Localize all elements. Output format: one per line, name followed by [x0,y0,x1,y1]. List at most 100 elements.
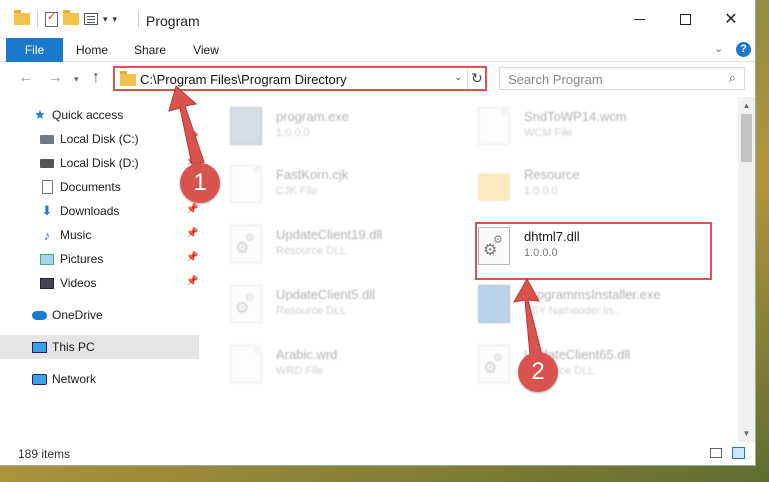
sidebar-item-network[interactable]: Network [0,367,199,391]
sidebar-item-music[interactable]: ♪ Music 📌 [0,223,199,247]
cloud-icon [31,307,47,323]
pin-icon[interactable]: 📌 [186,228,198,239]
address-bar[interactable]: C:\Program Files\Program Directory ⌄ ↻ [113,66,487,91]
gear-file-icon [478,345,510,383]
properties-icon[interactable] [45,10,58,27]
tab-home[interactable]: Home [66,38,118,62]
vertical-scrollbar[interactable]: ▲ ▼ [738,97,755,442]
gear-file-icon [478,227,510,265]
document-icon [230,165,262,203]
file-item[interactable]: UpdateClient5.dll Resource DLL [230,283,470,329]
pin-icon[interactable]: 📌 [186,204,198,215]
close-button[interactable]: ✕ [708,0,754,38]
navigation-pane: ★ Quick access Local Disk (C:) 📌 Local D… [0,97,205,442]
sidebar-item-downloads[interactable]: ⬇ Downloads 📌 [0,199,199,223]
sidebar-item-label: Downloads [60,204,120,218]
chevron-down-icon[interactable]: ▾ [103,14,108,25]
computer-icon [31,339,47,355]
tab-view[interactable]: View [180,38,232,62]
navigation-bar: ← → ▾ ↑ C:\Program Files\Program Directo… [0,63,755,95]
file-list: program.exe 1.0.0.0 SndToWP14.wcm WCM Fi… [206,97,738,442]
explorer-window: ▾ ▾ Program ✕ File Home Share View ⌄ ? ←… [0,0,756,466]
sidebar-item-label: This PC [52,340,95,354]
sidebar-item-label: Music [60,228,92,242]
close-icon: ✕ [724,11,738,28]
scrollbar-thumb[interactable] [741,114,752,162]
refresh-icon[interactable]: ↻ [471,70,483,87]
sidebar-item-videos[interactable]: Videos 📌 [0,271,199,295]
sidebar-item-label: OneDrive [52,308,103,322]
sidebar-item-pictures[interactable]: Pictures 📌 [0,247,199,271]
file-item[interactable]: UpdateClient65.dll Resource DLL [478,343,718,389]
pin-icon[interactable]: 📌 [186,132,198,143]
search-box[interactable]: Search Program ⌕ [499,67,745,90]
search-placeholder[interactable]: Search Program [508,72,603,87]
file-item[interactable]: program.exe 1.0.0.0 [230,105,470,151]
pin-icon[interactable]: 📌 [186,276,198,287]
back-arrow-icon[interactable]: ← [18,69,34,87]
sidebar-item-local-disk-c[interactable]: Local Disk (C:) 📌 [0,127,199,151]
file-name: FastKorn.cjk [276,167,349,182]
folder-icon [14,10,30,25]
file-name: dhtml7.dll [524,229,580,244]
tab-share[interactable]: Share [124,38,176,62]
pin-icon[interactable]: 📌 [186,252,198,263]
sidebar-item-onedrive[interactable]: OneDrive [0,303,199,327]
search-icon[interactable]: ⌕ [729,70,736,86]
star-icon: ★ [34,107,46,122]
title-divider [138,11,139,27]
tab-file[interactable]: File [6,38,63,62]
file-type: Resource DLL [276,305,347,317]
forward-arrow-icon[interactable]: → [47,69,63,87]
sidebar-item-documents[interactable]: Documents 📌 [0,175,199,199]
drive-icon [39,131,55,147]
folder-icon [120,71,136,86]
view-options-icon[interactable] [84,13,98,25]
details-view-icon[interactable] [710,448,722,458]
scroll-up-icon[interactable]: ▲ [738,97,755,114]
sidebar-item-local-disk-d[interactable]: Local Disk (D:) 📌 [0,151,199,175]
recent-locations-icon[interactable]: ▾ [74,74,79,85]
document-icon [478,107,510,145]
address-dropdown-icon[interactable]: ⌄ [454,72,462,83]
expand-ribbon-icon[interactable]: ⌄ [714,42,723,55]
file-item[interactable]: ProgrammsInstaller.exe KEY Nameoder In..… [478,283,718,329]
file-name: UpdateClient19.dll [276,227,383,242]
help-icon[interactable]: ? [736,42,751,57]
file-item[interactable]: UpdateClient19.dll Resource DLL [230,223,470,269]
file-name: SndToWP14.wcm [524,109,627,124]
sidebar-item-this-pc[interactable]: This PC [0,335,199,359]
up-arrow-icon[interactable]: ↑ [92,69,100,87]
file-item[interactable]: Resource 1.0.0.0 [478,163,718,209]
file-item-dhtml7[interactable]: dhtml7.dll 1.0.0.0 [478,225,718,271]
file-item[interactable]: SndToWP14.wcm WCM File [478,105,718,151]
file-item[interactable]: Arabic.wrd WRD File [230,343,470,389]
file-name: ProgrammsInstaller.exe [524,287,661,302]
document-icon [230,345,262,383]
file-name: Arabic.wrd [276,347,338,362]
step-badge-1: 1 [180,163,220,203]
address-path[interactable]: C:\Program Files\Program Directory [140,72,347,87]
minimize-icon [633,18,645,20]
large-icons-view-icon[interactable] [732,447,745,459]
customize-toolbar-icon[interactable]: ▾ [113,14,118,25]
sidebar-item-quick-access[interactable]: ★ Quick access [0,103,199,127]
file-type: WRD File [276,365,324,377]
file-item[interactable]: FastKorn.cjk CJK File [230,163,470,209]
download-icon: ⬇ [41,203,53,218]
address-divider [467,68,468,89]
file-name: Resource [524,167,580,182]
maximize-button[interactable] [662,0,708,38]
gear-file-icon [230,225,262,263]
sidebar-item-label: Documents [60,180,121,194]
file-type: CJK File [276,185,318,197]
document-icon [39,179,55,195]
item-count: 189 items [18,447,71,461]
step-badge-2: 2 [518,352,558,392]
sidebar-item-label: Videos [60,276,97,290]
scroll-down-icon[interactable]: ▼ [738,425,755,442]
toolbar-divider [37,11,38,27]
sidebar-item-label: Local Disk (C:) [60,132,139,146]
new-folder-icon[interactable] [63,10,79,25]
minimize-button[interactable] [616,0,662,38]
